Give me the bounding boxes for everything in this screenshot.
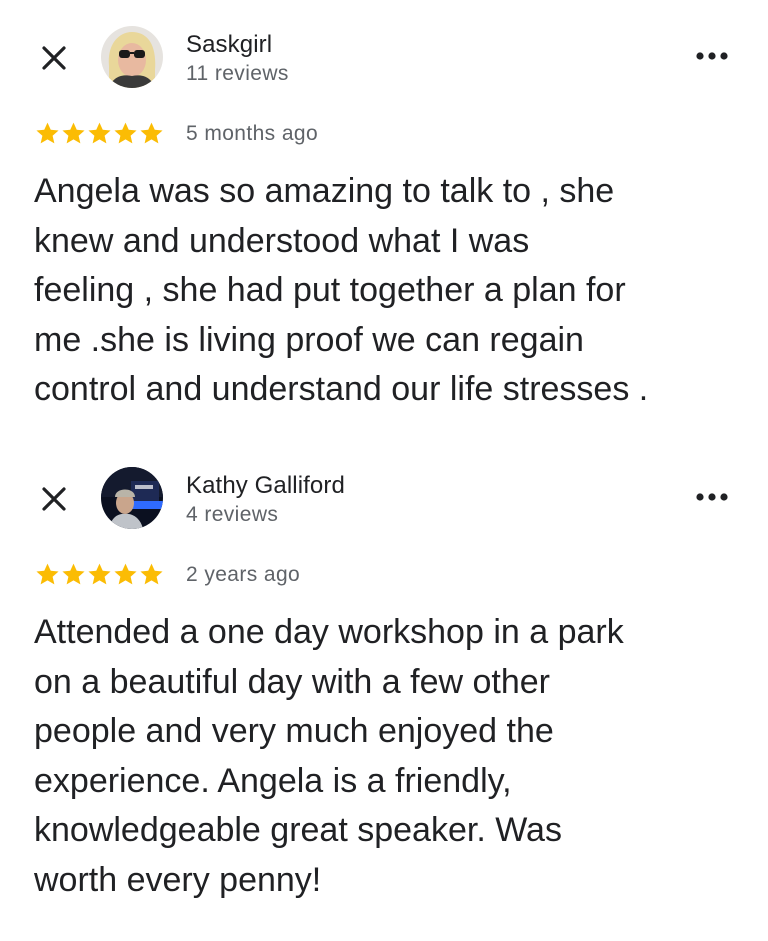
star-icon [88, 563, 111, 585]
star-icon [62, 563, 85, 585]
star-icon [88, 122, 111, 144]
author-name[interactable]: Kathy Galliford [186, 472, 345, 500]
avatar[interactable] [101, 26, 163, 88]
star-icon [140, 563, 163, 585]
more-options-icon[interactable] [690, 481, 734, 513]
star-icon [62, 122, 85, 144]
author-review-count: 11 reviews [186, 62, 289, 85]
review-time: 2 years ago [186, 562, 301, 586]
star-rating [35, 562, 164, 587]
close-icon[interactable] [38, 42, 70, 74]
review-text: Angela was so amazing to talk to , she k… [34, 172, 649, 408]
review-text: Attended a one day workshop in a park on… [34, 613, 624, 899]
rating-row: 2 years ago [35, 562, 300, 587]
review-time: 5 months ago [186, 121, 319, 145]
more-options-icon[interactable] [690, 40, 734, 72]
star-rating [35, 121, 164, 146]
close-icon[interactable] [38, 483, 70, 515]
star-icon [36, 122, 59, 144]
star-icon [36, 563, 59, 585]
star-icon [114, 563, 137, 585]
star-icon [140, 122, 163, 144]
star-icon [114, 122, 137, 144]
rating-row: 5 months ago [35, 121, 318, 146]
author-review-count: 4 reviews [186, 503, 279, 526]
author-name[interactable]: Saskgirl [186, 31, 272, 59]
avatar[interactable] [101, 467, 163, 529]
